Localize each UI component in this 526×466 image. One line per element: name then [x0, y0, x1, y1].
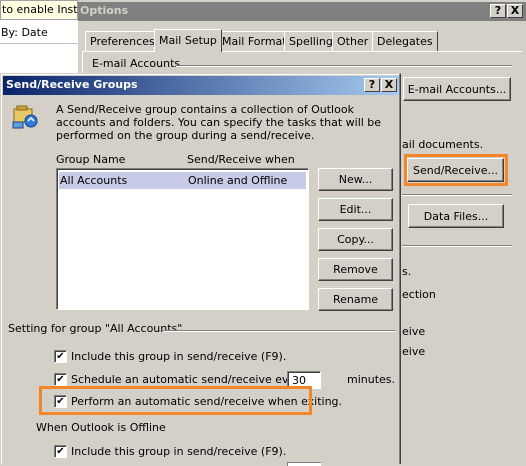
sr-help-button[interactable]: ?	[364, 78, 380, 92]
include-offline-label: Include this group in send/receive (F9).	[71, 445, 287, 458]
schedule-checkbox[interactable]: ✔	[54, 373, 67, 386]
sr-description: A Send/Receive group contains a collecti…	[56, 103, 382, 142]
minutes-label: minutes.	[347, 373, 396, 386]
column-header-group-name: Group Name	[56, 153, 126, 166]
options-divider-2	[402, 245, 512, 247]
partial-bottom-input[interactable]	[287, 462, 321, 466]
partial-s-text: s.	[402, 265, 412, 278]
column-header-send-receive-when: Send/Receive when	[187, 153, 295, 166]
sr-title-bar: Send/Receive Groups ? X	[3, 76, 399, 95]
setting-divider	[163, 330, 395, 332]
group-name-cell: All Accounts	[60, 174, 128, 187]
info-bar-text: to enable Insta	[2, 3, 85, 16]
tab-other[interactable]: Other	[332, 31, 374, 51]
when-offline-label: When Outlook is Offline	[36, 421, 166, 434]
partial-ection-text: ection	[402, 288, 436, 301]
list-item[interactable]: All Accounts Online and Offline	[59, 172, 306, 189]
remove-button[interactable]: Remove	[318, 258, 393, 281]
rename-button[interactable]: Rename	[318, 288, 393, 311]
include-online-checkbox[interactable]: ✔	[54, 350, 67, 363]
sr-close-button[interactable]: X	[381, 78, 397, 92]
edit-button[interactable]: Edit...	[318, 198, 393, 221]
tab-preferences[interactable]: Preferences	[85, 31, 160, 51]
copy-button[interactable]: Copy...	[318, 228, 393, 251]
include-offline-checkbox[interactable]: ✔	[54, 445, 67, 458]
email-accounts-button[interactable]: E-mail Accounts...	[403, 77, 511, 101]
tab-mail-setup[interactable]: Mail Setup	[154, 29, 222, 52]
schedule-label: Schedule an automatic send/receive every	[71, 373, 307, 386]
options-divider-1	[402, 194, 512, 196]
email-accounts-group-label: E-mail Accounts	[92, 57, 181, 70]
groups-list[interactable]: All Accounts Online and Offline	[56, 168, 309, 310]
options-help-button[interactable]: ?	[490, 4, 506, 18]
send-receive-highlight	[404, 154, 508, 186]
options-close-button[interactable]: X	[507, 4, 523, 18]
include-online-label: Include this group in send/receive (F9).	[71, 350, 287, 363]
documents-partial-text: ail documents.	[402, 138, 484, 151]
options-title: Options	[80, 4, 129, 17]
arrange-by-header[interactable]: By: Date	[0, 22, 78, 44]
arrange-by-label: By: Date	[1, 26, 48, 39]
info-bar[interactable]: to enable Insta	[0, 0, 84, 20]
sr-title: Send/Receive Groups	[6, 78, 138, 91]
options-title-bar: Options ? X	[78, 2, 526, 21]
tab-delegates[interactable]: Delegates	[372, 31, 438, 51]
new-button[interactable]: New...	[318, 168, 393, 191]
setting-for-group-label: Setting for group "All Accounts"	[8, 322, 183, 335]
email-accounts-divider	[176, 65, 512, 67]
tab-spelling[interactable]: Spelling	[284, 31, 338, 51]
perform-on-exit-highlight	[39, 386, 312, 415]
send-receive-groups-dialog: Send/Receive Groups ? X A Send/Receive g…	[0, 73, 401, 466]
send-receive-when-cell: Online and Offline	[188, 174, 288, 187]
partial-eive-text-1: eive	[402, 325, 426, 338]
data-files-button[interactable]: Data Files...	[408, 204, 504, 228]
send-receive-groups-icon	[11, 104, 41, 130]
tab-mail-format[interactable]: Mail Format	[217, 31, 292, 51]
partial-eive-text-2: eive	[402, 345, 426, 358]
